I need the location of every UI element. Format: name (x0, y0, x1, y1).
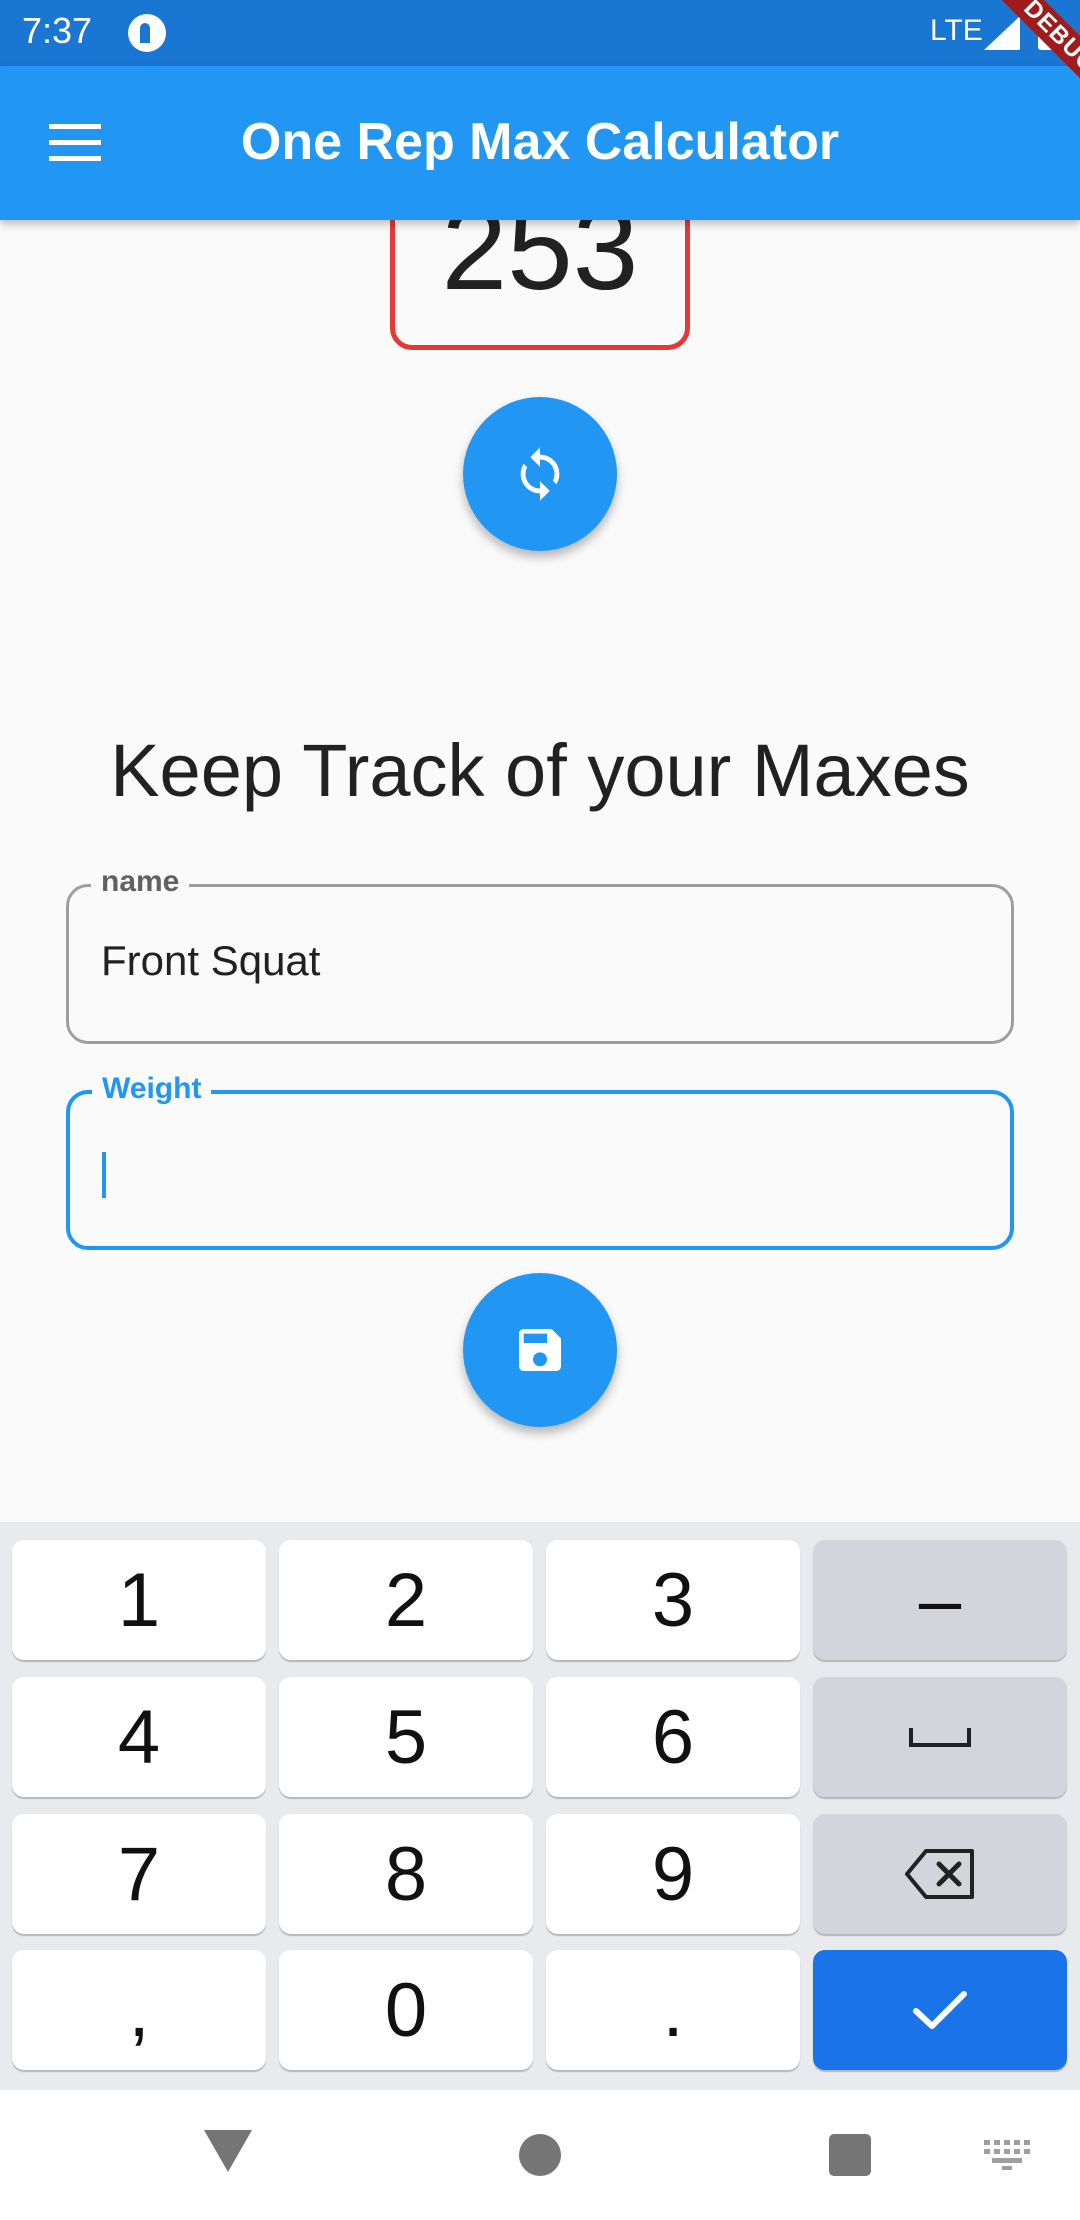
status-bar: 7:37 LTE (0, 0, 1080, 66)
name-field[interactable]: name Front Squat (66, 865, 1014, 1044)
key-6[interactable]: 6 (546, 1677, 800, 1797)
name-field-value: Front Squat (101, 937, 321, 984)
key-5[interactable]: 5 (279, 1677, 533, 1797)
app-bar: One Rep Max Calculator (0, 66, 1080, 220)
key-2[interactable]: 2 (279, 1540, 533, 1660)
key-space[interactable] (813, 1677, 1067, 1797)
status-time: 7:37 (22, 10, 93, 51)
weight-field-label: Weight (92, 1072, 212, 1106)
system-nav-bar (0, 2090, 1080, 2220)
key-9[interactable]: 9 (546, 1814, 800, 1934)
app-title: One Rep Max Calculator (240, 113, 840, 171)
network-type: LTE (930, 14, 983, 47)
home-button[interactable] (519, 2134, 561, 2176)
text-cursor (102, 1152, 106, 1198)
key-1[interactable]: 1 (12, 1540, 266, 1660)
tracker-heading: Keep Track of your Maxes (110, 729, 970, 812)
key-period[interactable]: . (546, 1950, 800, 2070)
key-comma[interactable]: , (12, 1950, 266, 2070)
key-minus[interactable]: – (813, 1540, 1067, 1660)
backspace-icon (905, 1849, 974, 1899)
refresh-button[interactable] (463, 397, 617, 551)
save-icon (519, 1329, 561, 1371)
key-done[interactable] (813, 1950, 1067, 2070)
signal-icon (984, 16, 1020, 55)
app-notification-icon (128, 14, 166, 52)
key-4[interactable]: 4 (12, 1677, 266, 1797)
back-icon (204, 2130, 252, 2172)
keyboard-switch-icon[interactable] (984, 2140, 1030, 2175)
key-3[interactable]: 3 (546, 1540, 800, 1660)
key-0[interactable]: 0 (279, 1950, 533, 2070)
key-backspace[interactable] (813, 1814, 1067, 1934)
key-7[interactable]: 7 (12, 1814, 266, 1934)
save-button[interactable] (463, 1273, 617, 1427)
weight-field[interactable]: Weight (66, 1072, 1014, 1250)
numeric-keyboard: 1 2 3 – 4 5 6 7 8 9 , 0 . (0, 1522, 1080, 2090)
refresh-icon (520, 447, 560, 501)
recents-button[interactable] (829, 2134, 871, 2176)
key-8[interactable]: 8 (279, 1814, 533, 1934)
checkmark-icon (913, 1991, 967, 2029)
space-icon (909, 1728, 971, 1747)
name-field-label: name (91, 865, 190, 899)
back-button[interactable] (204, 2130, 252, 2177)
